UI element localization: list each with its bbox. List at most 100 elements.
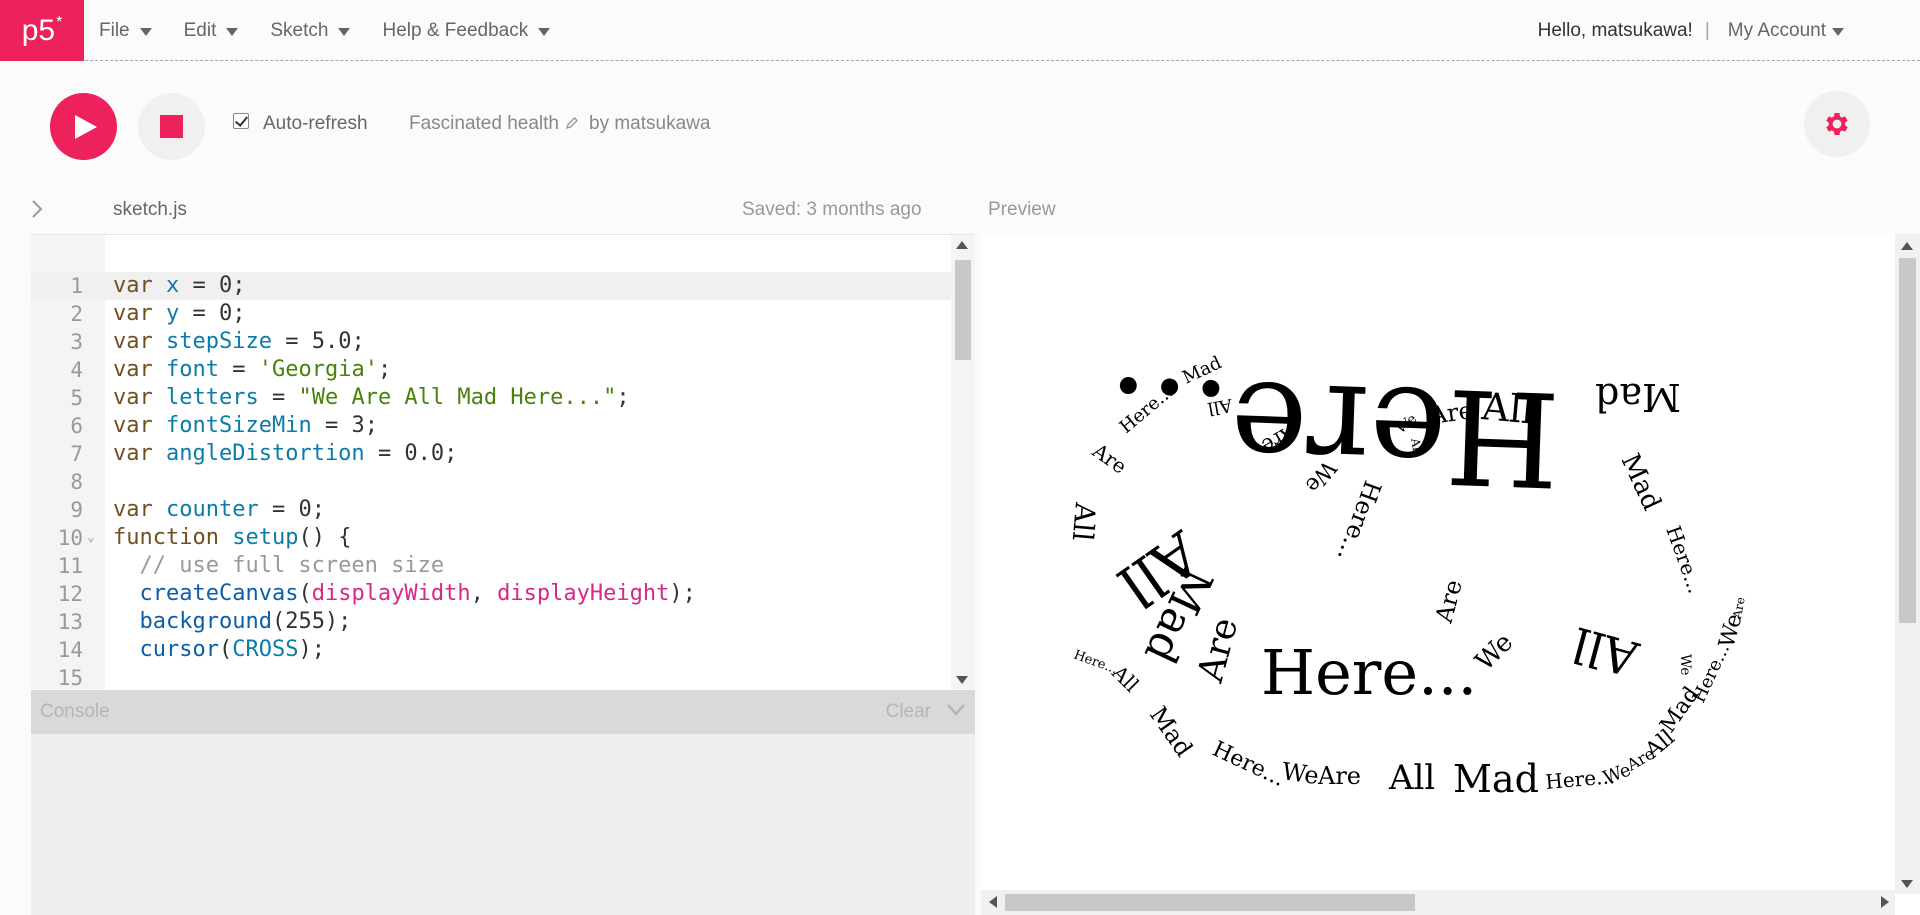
my-account-menu[interactable]: My Account: [1728, 20, 1844, 42]
menu-file-label: File: [99, 19, 130, 41]
tok: var: [113, 357, 153, 382]
editor-scroll-thumb[interactable]: [955, 260, 971, 360]
p5-logo[interactable]: p5 *: [0, 0, 84, 61]
line-code: background(255);: [113, 608, 352, 636]
preview-frame[interactable]: Here... All Mad Here... We Are All Mad H…: [981, 234, 1920, 915]
preview-vscroll-thumb[interactable]: [1899, 258, 1916, 623]
logo-asterisk: *: [56, 13, 63, 31]
line-number: 2: [70, 302, 83, 326]
caret-down-icon: [1832, 27, 1844, 36]
console-header: Console Clear: [31, 690, 975, 734]
tok: var: [113, 273, 153, 298]
canvas-word: Here...: [1208, 737, 1288, 792]
sketch-canvas[interactable]: Here... All Mad Here... We Are All Mad H…: [981, 234, 1895, 890]
canvas-word: Here...: [1261, 636, 1477, 709]
preview-label: Preview: [988, 199, 1056, 220]
settings-button[interactable]: [1804, 91, 1870, 157]
scroll-up-icon[interactable]: [1901, 242, 1913, 250]
code-editor[interactable]: 1 var x = 0; 2 var y = 0; 3 var stepSize = …: [31, 234, 975, 689]
scroll-right-icon[interactable]: [1881, 896, 1889, 908]
preview-horizontal-scrollbar[interactable]: [981, 890, 1895, 915]
gear-icon: [1826, 113, 1848, 135]
line-number: 7: [70, 442, 83, 466]
pencil-icon[interactable]: [565, 114, 579, 136]
line-code: var y = 0;: [113, 300, 245, 328]
canvas-word: Are: [1429, 577, 1467, 627]
tok: background: [139, 609, 272, 634]
play-button[interactable]: [50, 93, 117, 160]
line-number: 9: [70, 498, 83, 522]
scroll-up-icon[interactable]: [956, 241, 968, 249]
menu-help-feedback[interactable]: Help & Feedback: [382, 19, 551, 42]
line-code: var angleDistortion = 0.0;: [113, 440, 457, 468]
menu-edit[interactable]: Edit: [184, 20, 239, 42]
line-number: 11: [57, 554, 83, 578]
line-number: 15: [57, 666, 83, 689]
canvas-word: All: [1566, 615, 1645, 686]
project-name[interactable]: Fascinated health: [409, 113, 559, 135]
expand-sidebar-button[interactable]: [30, 198, 44, 225]
canvas-word: Mad: [1144, 701, 1198, 761]
canvas-word: All: [1388, 758, 1435, 798]
console-title: Console: [40, 701, 110, 722]
preview-hscroll-thumb[interactable]: [1005, 894, 1415, 911]
line-code: var letters = "We Are All Mad Here...";: [113, 384, 630, 412]
canvas-word: Here...: [1688, 640, 1734, 706]
tok: // use full screen size: [113, 553, 445, 578]
line-number: 6: [70, 414, 83, 438]
tok: counter: [166, 497, 259, 522]
line-number: 8: [70, 470, 83, 494]
top-nav: p5 * File Edit Sketch Help & Feedback Hel…: [0, 0, 1920, 61]
line-number: 1: [70, 274, 83, 298]
tok: font: [166, 357, 219, 382]
tok: x: [166, 273, 180, 298]
auto-refresh: Auto-refresh: [233, 113, 368, 135]
console-output: [31, 734, 975, 915]
line-code: function setup() {: [113, 524, 351, 552]
tok: ;: [377, 357, 392, 382]
editor-filename[interactable]: sketch.js: [113, 199, 187, 221]
caret-down-icon: [338, 27, 351, 36]
canvas-word: Here...: [1661, 523, 1707, 597]
tok: setup: [232, 525, 299, 550]
editor-scrollbar[interactable]: [951, 235, 975, 689]
tok: ;: [616, 385, 630, 410]
my-account-label: My Account: [1727, 19, 1826, 41]
console-clear-button[interactable]: Clear: [886, 701, 931, 723]
tok: );: [669, 581, 696, 606]
tok: ,: [470, 581, 484, 606]
tok: (: [298, 581, 312, 606]
fold-chevron-icon[interactable]: ⌄: [87, 524, 95, 552]
main-menu: File Edit Sketch Help & Feedback: [99, 0, 582, 61]
line-code: cursor(CROSS);: [113, 636, 325, 664]
line-number: 14: [57, 638, 83, 662]
tok: cursor: [139, 637, 219, 662]
menu-edit-label: Edit: [183, 19, 217, 41]
tok: displayWidth: [311, 581, 471, 606]
scroll-left-icon[interactable]: [989, 896, 997, 908]
chevron-right-icon: [32, 200, 43, 218]
line-number: 5: [70, 386, 83, 410]
scroll-down-icon[interactable]: [1901, 880, 1913, 888]
canvas-text-group: Here...: [1104, 347, 1562, 515]
stop-button[interactable]: [138, 93, 205, 160]
menu-sketch[interactable]: Sketch: [270, 19, 351, 42]
caret-down-icon: [226, 27, 239, 36]
scroll-down-icon[interactable]: [956, 676, 968, 684]
auto-refresh-checkbox[interactable]: [233, 113, 249, 129]
canvas-word: We: [1280, 757, 1320, 790]
preview-vertical-scrollbar[interactable]: [1895, 234, 1920, 894]
logo-text: p5: [21, 13, 56, 47]
menu-file[interactable]: File: [99, 20, 152, 42]
line-code: var stepSize = 5.0;: [113, 328, 365, 356]
canvas-word: Are: [1317, 762, 1361, 790]
tok: var: [113, 441, 153, 466]
menu-sketch-label: Sketch: [270, 19, 329, 41]
line-number: 13: [57, 610, 83, 634]
console-collapse-button[interactable]: [945, 702, 967, 723]
tok: letters: [166, 385, 259, 410]
tok: var: [113, 497, 153, 522]
tok: createCanvas: [139, 581, 299, 606]
menu-help-label: Help & Feedback: [382, 19, 529, 41]
tok: (: [218, 637, 233, 662]
